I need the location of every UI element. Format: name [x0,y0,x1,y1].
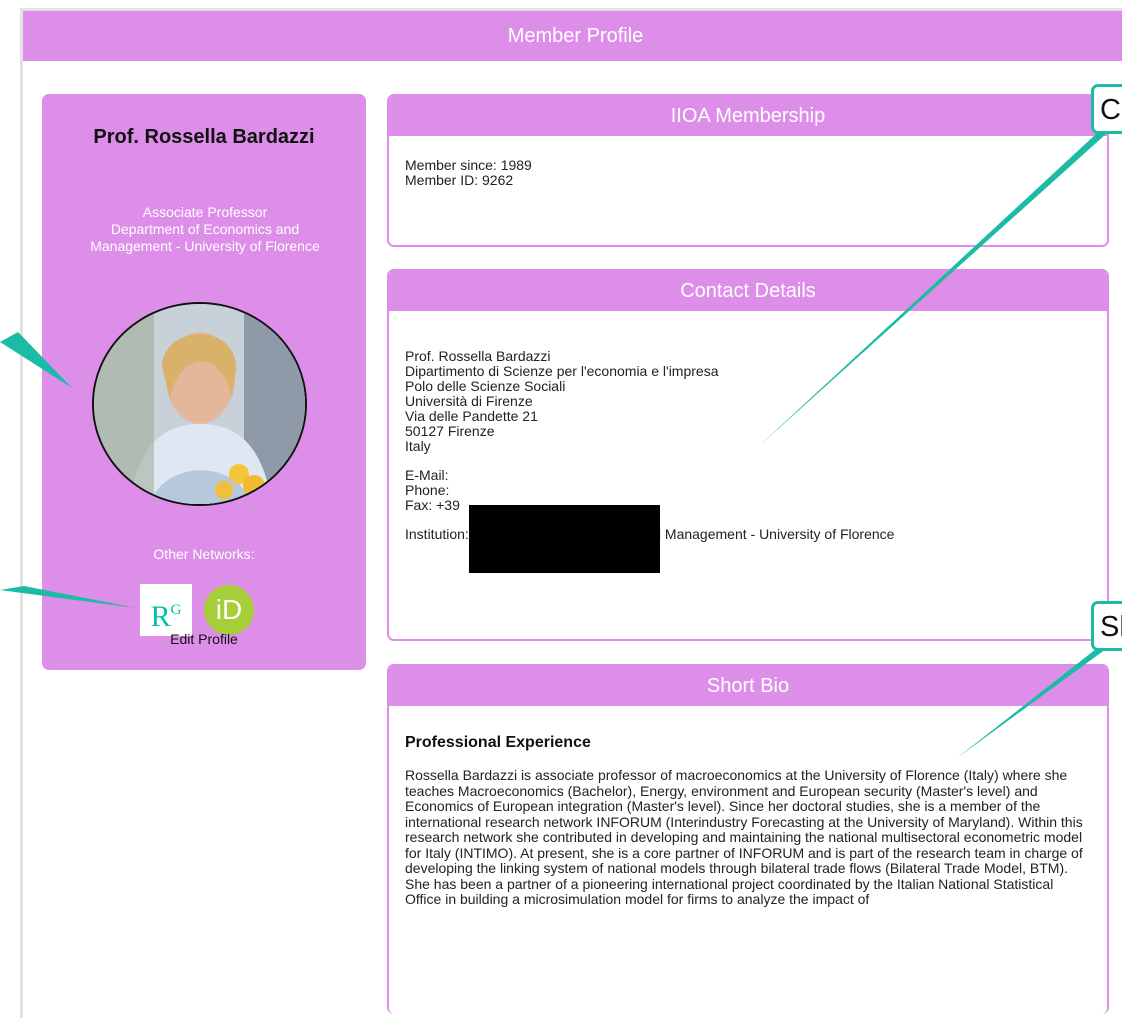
bio-heading: Professional Experience [405,734,591,751]
contact-callout: Co [1091,84,1122,134]
short-bio-panel: Short Bio Professional Experience Rossel… [387,664,1109,1014]
address-line: Via delle Pandette 21 [405,408,538,424]
contact-title: Contact Details [389,271,1107,311]
page-title: Member Profile [23,11,1122,61]
short-bio-callout: Sh [1091,601,1122,651]
contact-panel: Contact Details Prof. Rossella Bardazzi … [387,269,1109,641]
address-line: 50127 Firenze [405,423,495,439]
profile-sidebar: Prof. Rossella Bardazzi Associate Profes… [42,94,366,670]
member-since: Member since: 1989 [405,157,532,173]
short-bio-title: Short Bio [389,666,1107,706]
contact-callout-text: Co [1100,94,1122,126]
address-line: Polo delle Scienze Sociali [405,378,566,394]
profile-avatar [92,302,307,506]
edit-profile-link[interactable]: Edit Profile [42,631,366,647]
membership-panel: IIOA Membership Member since: 1989 Membe… [387,94,1109,247]
other-networks-label: Other Networks: [153,546,255,562]
email-label: E-Mail: [405,467,449,483]
researchgate-icon[interactable]: RG [140,584,192,636]
address-line: Università di Firenze [405,393,533,409]
contact-address: Prof. Rossella Bardazzi Dipartimento di … [405,349,1091,454]
profile-name: Prof. Rossella Bardazzi [93,126,315,148]
address-line: Italy [405,438,431,454]
phone-label: Phone: [405,482,450,498]
address-line: Prof. Rossella Bardazzi [405,348,551,364]
member-id: Member ID: 9262 [405,172,514,188]
avatar-photo [94,304,305,504]
orcid-icon[interactable]: iD [204,585,254,635]
address-line: Dipartimento di Scienze per l'economia e… [405,363,719,379]
bio-text: Rossella Bardazzi is associate professor… [405,767,1083,907]
membership-title: IIOA Membership [389,96,1107,136]
redaction-block [469,505,660,573]
short-bio-callout-text: Sh [1100,611,1122,643]
profile-position: Associate Professor Department of Econom… [90,204,320,254]
